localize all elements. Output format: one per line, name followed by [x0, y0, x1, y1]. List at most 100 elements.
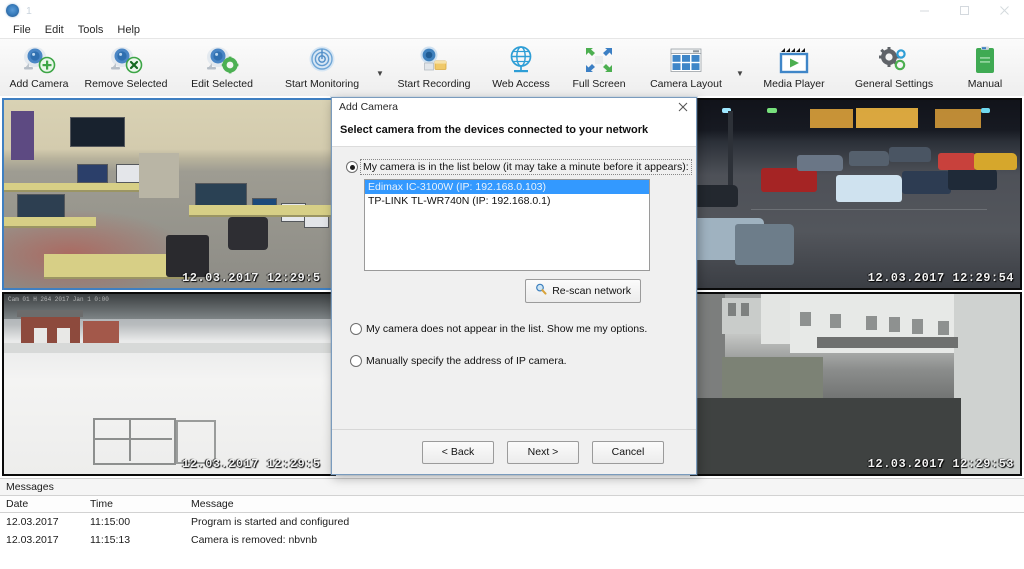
camera-panel-1[interactable]: 12.03.2017 12:29:5: [2, 98, 336, 290]
radio-option-camera-in-list[interactable]: My camera is in the list below (it may t…: [346, 159, 692, 175]
column-header-time[interactable]: Time: [84, 495, 185, 513]
close-icon[interactable]: [672, 99, 694, 115]
table-header-row: Date Time Message: [0, 495, 1024, 513]
toolbar-button-camera-layout[interactable]: Camera Layout: [638, 41, 734, 99]
camera-feed-night-parking-lot: 12.03.2017 12:29:54: [692, 100, 1020, 288]
camera-panel-4[interactable]: 12.03.2017 12:29:53: [690, 292, 1022, 476]
cell-message: Camera is removed: nbvnb: [191, 534, 318, 546]
camera-panel-3[interactable]: Cam 01 H 264 2017 Jan 1 0:00 12.03.2017 …: [2, 292, 336, 476]
back-button[interactable]: < Back: [422, 440, 494, 464]
cell-date: 12.03.2017: [6, 534, 59, 546]
toolbar-label: Manual: [967, 78, 1003, 90]
radio-option-manual-address[interactable]: Manually specify the address of IP camer…: [350, 355, 682, 367]
camera-timestamp: 12.03.2017 12:29:5: [182, 457, 321, 471]
radio-label: My camera does not appear in the list. S…: [366, 323, 648, 335]
next-button[interactable]: Next >: [507, 440, 579, 464]
toolbar-button-media-player[interactable]: Media Player: [746, 41, 842, 99]
maximize-icon[interactable]: [944, 0, 984, 21]
dialog-title: Add Camera: [339, 101, 398, 113]
toolbar: Add Camera Remove Selected Edit Selected…: [0, 39, 1024, 99]
device-list[interactable]: Edimax IC-3100W (IP: 192.168.0.103) TP-L…: [364, 179, 650, 271]
toolbar-button-web-access[interactable]: Web Access: [482, 41, 560, 99]
dialog-footer: < Back Next > Cancel: [332, 429, 696, 474]
dialog-header: Select camera from the devices connected…: [332, 116, 696, 147]
menu-bar: File Edit Tools Help: [0, 21, 1024, 39]
cancel-button[interactable]: Cancel: [592, 440, 664, 464]
globe-icon: [504, 44, 538, 77]
column-header-message[interactable]: Message: [185, 495, 1024, 513]
camera-edit-icon: [203, 44, 241, 77]
messages-table: Date Time Message 12.03.2017 11:15:00 Pr…: [0, 495, 1024, 549]
toolbar-button-remove-selected[interactable]: Remove Selected: [78, 41, 174, 99]
cell-time: 11:15:13: [90, 534, 131, 546]
dialog-heading: Select camera from the devices connected…: [340, 124, 649, 136]
menu-item-tools[interactable]: Tools: [71, 22, 111, 38]
toolbar-button-general-settings[interactable]: General Settings: [842, 41, 946, 99]
window-title: 1: [26, 4, 33, 17]
camera-add-icon: [20, 44, 58, 77]
monitoring-icon: [305, 44, 339, 77]
radio-button-icon[interactable]: [350, 355, 362, 367]
toolbar-label: Remove Selected: [84, 78, 168, 90]
gears-icon: [875, 44, 913, 77]
toolbar-label: Media Player: [763, 78, 825, 90]
magnifier-icon: [535, 283, 547, 299]
camera-overlay-text: Cam 01 H 264 2017 Jan 1 0:00: [8, 296, 109, 303]
cell-time: 11:15:00: [90, 516, 131, 528]
manual-book-icon: [970, 44, 1000, 77]
toolbar-label: General Settings: [854, 78, 934, 90]
rescan-label: Re-scan network: [552, 284, 631, 297]
chevron-down-icon[interactable]: ▼: [374, 70, 386, 78]
toolbar-label: Add Camera: [9, 78, 69, 90]
dialog-body: My camera is in the list below (it may t…: [332, 147, 696, 429]
rescan-network-button[interactable]: Re-scan network: [525, 279, 641, 303]
camera-feed-office-control-room: 12.03.2017 12:29:5: [4, 100, 334, 288]
camera-feed-snowy-farmhouse: Cam 01 H 264 2017 Jan 1 0:00 12.03.2017 …: [4, 294, 334, 474]
title-bar: 1: [0, 0, 1024, 21]
dialog-title-bar: Add Camera: [332, 98, 696, 116]
camera-remove-icon: [107, 44, 145, 77]
toolbar-button-edit-selected[interactable]: Edit Selected: [174, 41, 270, 99]
toolbar-label: Web Access: [492, 78, 550, 90]
cell-date: 12.03.2017: [6, 516, 59, 528]
radio-label: My camera is in the list below (it may t…: [360, 159, 692, 175]
app-icon: [6, 4, 19, 17]
radio-label: Manually specify the address of IP camer…: [366, 355, 567, 367]
rescan-row: Re-scan network: [346, 279, 682, 303]
camera-timestamp: 12.03.2017 12:29:5: [182, 271, 321, 285]
toolbar-button-start-recording[interactable]: Start Recording: [386, 41, 482, 99]
radio-button-icon[interactable]: [350, 323, 362, 335]
table-row[interactable]: 12.03.2017 11:15:13 Camera is removed: n…: [0, 531, 1024, 549]
toolbar-label: Camera Layout: [650, 78, 722, 90]
close-icon[interactable]: [984, 0, 1024, 21]
cell-message: Program is started and configured: [191, 516, 350, 528]
chevron-down-icon[interactable]: ▼: [734, 70, 746, 78]
record-icon: [415, 44, 453, 77]
toolbar-label: Start Recording: [397, 78, 471, 90]
menu-item-file[interactable]: File: [6, 22, 38, 38]
grid-layout-icon: [666, 44, 706, 77]
radio-button-icon[interactable]: [346, 161, 358, 173]
menu-item-help[interactable]: Help: [110, 22, 147, 38]
menu-item-edit[interactable]: Edit: [38, 22, 71, 38]
minimize-icon[interactable]: [904, 0, 944, 21]
radio-option-not-in-list[interactable]: My camera does not appear in the list. S…: [350, 323, 682, 335]
list-item[interactable]: TP-LINK TL-WR740N (IP: 192.168.0.1): [365, 194, 649, 208]
table-row[interactable]: 12.03.2017 11:15:00 Program is started a…: [0, 513, 1024, 532]
column-header-date[interactable]: Date: [0, 495, 84, 513]
list-item[interactable]: Edimax IC-3100W (IP: 192.168.0.103): [365, 180, 649, 194]
toolbar-button-full-screen[interactable]: Full Screen: [560, 41, 638, 99]
camera-timestamp: 12.03.2017 12:29:53: [867, 457, 1014, 471]
fullscreen-arrows-icon: [582, 44, 616, 77]
camera-panel-2[interactable]: 12.03.2017 12:29:54: [690, 98, 1022, 290]
messages-caption: Messages: [0, 479, 1024, 495]
window-controls: [904, 0, 1024, 21]
toolbar-button-add-camera[interactable]: Add Camera: [0, 41, 78, 99]
camera-feed-grey-courtyard: 12.03.2017 12:29:53: [692, 294, 1020, 474]
toolbar-button-manual[interactable]: Manual: [946, 41, 1024, 99]
media-player-icon: [774, 44, 814, 77]
toolbar-label: Full Screen: [572, 78, 626, 90]
toolbar-label: Start Monitoring: [284, 78, 360, 90]
toolbar-button-start-monitoring[interactable]: Start Monitoring: [270, 41, 374, 99]
toolbar-label: Edit Selected: [191, 78, 253, 90]
